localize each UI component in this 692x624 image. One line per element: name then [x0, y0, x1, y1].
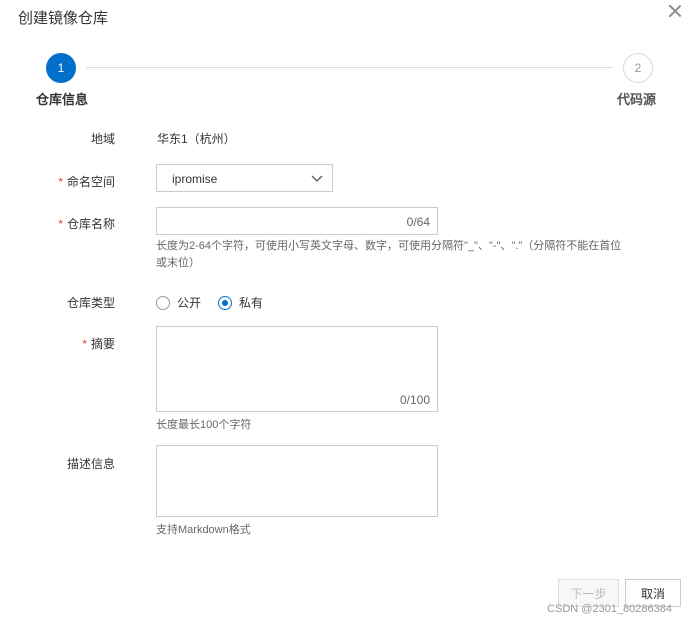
repo-name-field[interactable]: 0/64	[156, 207, 438, 235]
repo-name-hint: 长度为2-64个字符，可使用小写英文字母、数字，可使用分隔符"_"、"-"、".…	[156, 240, 622, 269]
step-1-indicator: 1	[46, 53, 76, 83]
repo-name-input[interactable]	[157, 208, 387, 234]
radio-public[interactable]: 公开	[156, 294, 201, 311]
repo-type-label: 仓库类型	[66, 296, 115, 310]
repo-name-label: * 仓库名称	[58, 217, 115, 231]
required-mark: *	[58, 217, 63, 231]
radio-public-label: 公开	[177, 296, 202, 310]
step-2-label: 代码源	[616, 92, 656, 107]
summary-counter: 0/100	[399, 393, 430, 407]
step-2-indicator: 2	[623, 53, 653, 83]
summary-field[interactable]: 0/100	[156, 326, 438, 412]
description-textarea[interactable]	[157, 446, 437, 516]
region-label: 地域	[90, 132, 115, 146]
close-icon[interactable]	[666, 2, 684, 20]
namespace-select[interactable]: ipromise	[156, 164, 333, 192]
step-1-label: 仓库信息	[36, 92, 89, 107]
required-mark: *	[82, 337, 87, 351]
dialog-title: 创建镜像仓库	[18, 10, 109, 27]
repo-name-counter: 0/64	[406, 215, 430, 229]
namespace-label: * 命名空间	[58, 175, 115, 189]
description-field[interactable]	[156, 445, 438, 517]
radio-private[interactable]: 私有	[218, 294, 263, 311]
radio-circle-icon	[156, 295, 170, 310]
watermark: CSDN @2301_80286384	[547, 603, 672, 615]
radio-private-label: 私有	[239, 296, 264, 310]
required-mark: *	[58, 175, 63, 189]
chevron-down-icon	[311, 175, 323, 182]
description-label: 描述信息	[66, 457, 115, 471]
step-connector	[86, 67, 613, 68]
region-value: 华东1（杭州）	[157, 132, 236, 146]
summary-textarea[interactable]	[157, 327, 437, 411]
description-hint: 支持Markdown格式	[156, 524, 251, 536]
namespace-selected-value: ipromise	[172, 172, 218, 186]
summary-label: * 摘要	[82, 337, 115, 351]
radio-checked-icon	[218, 295, 232, 310]
summary-hint: 长度最长100个字符	[156, 419, 252, 431]
